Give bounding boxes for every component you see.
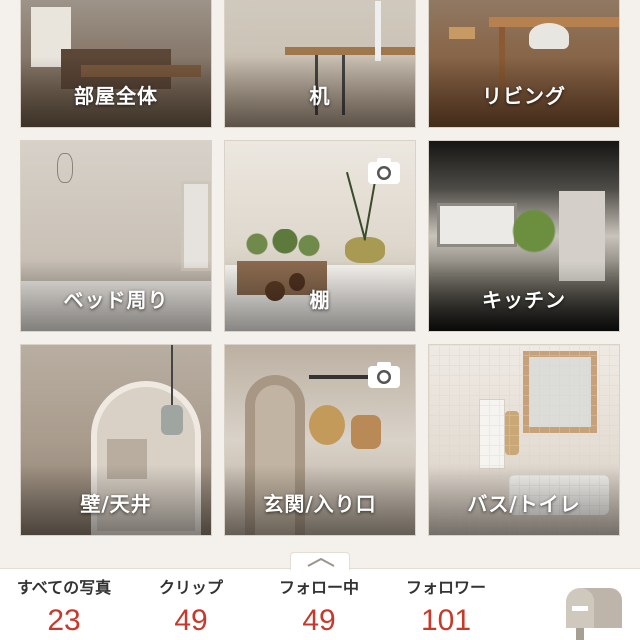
stat-label: クリップ xyxy=(158,578,223,597)
chevron-up-icon xyxy=(307,557,335,567)
stat-clips[interactable]: クリップ 49 xyxy=(131,574,251,638)
stat-value: 23 xyxy=(47,604,81,637)
stat-value: 49 xyxy=(302,604,336,637)
stat-label: フォロー中 xyxy=(278,578,359,597)
category-tile-entrance[interactable]: 玄関/入り口 xyxy=(224,344,416,536)
category-label: キッチン xyxy=(482,288,566,312)
category-label: バス/トイレ xyxy=(467,492,581,516)
category-label: 壁/天井 xyxy=(80,492,152,516)
category-tile-bath-toilet[interactable]: バス/トイレ xyxy=(428,344,620,536)
category-label: 部屋全体 xyxy=(74,84,158,108)
stat-value: 49 xyxy=(174,604,208,637)
category-tile-wall-ceiling[interactable]: 壁/天井 xyxy=(20,344,212,536)
category-tile-kitchen[interactable]: キッチン xyxy=(428,140,620,332)
stat-all-photos[interactable]: すべての写真 23 xyxy=(4,574,124,638)
category-tile-whole-room[interactable]: 部屋全体 xyxy=(20,0,212,128)
category-label: 机 xyxy=(309,84,331,108)
category-tile-bedside[interactable]: ベッド周り xyxy=(20,140,212,332)
stat-label: すべての写真 xyxy=(16,578,112,597)
expand-panel-tab[interactable] xyxy=(290,552,350,570)
room-category-grid: 部屋全体 机 リビング ベッド周り 棚 キッチン 壁/天井 玄関/入り口 バス/… xyxy=(0,0,640,548)
stat-label: フォロワー xyxy=(405,578,486,597)
category-tile-desk[interactable]: 机 xyxy=(224,0,416,128)
mailbox-icon[interactable] xyxy=(556,580,622,640)
category-tile-shelf[interactable]: 棚 xyxy=(224,140,416,332)
stat-followers[interactable]: フォロワー 101 xyxy=(386,574,506,638)
category-label: 棚 xyxy=(309,288,331,312)
category-label: ベッド周り xyxy=(63,288,169,312)
category-label: 玄関/入り口 xyxy=(263,492,377,516)
stat-following[interactable]: フォロー中 49 xyxy=(259,574,379,638)
stat-value: 101 xyxy=(420,604,472,637)
category-label: リビング xyxy=(482,84,566,108)
camera-icon xyxy=(368,362,400,388)
category-tile-living[interactable]: リビング xyxy=(428,0,620,128)
camera-icon xyxy=(368,158,400,184)
